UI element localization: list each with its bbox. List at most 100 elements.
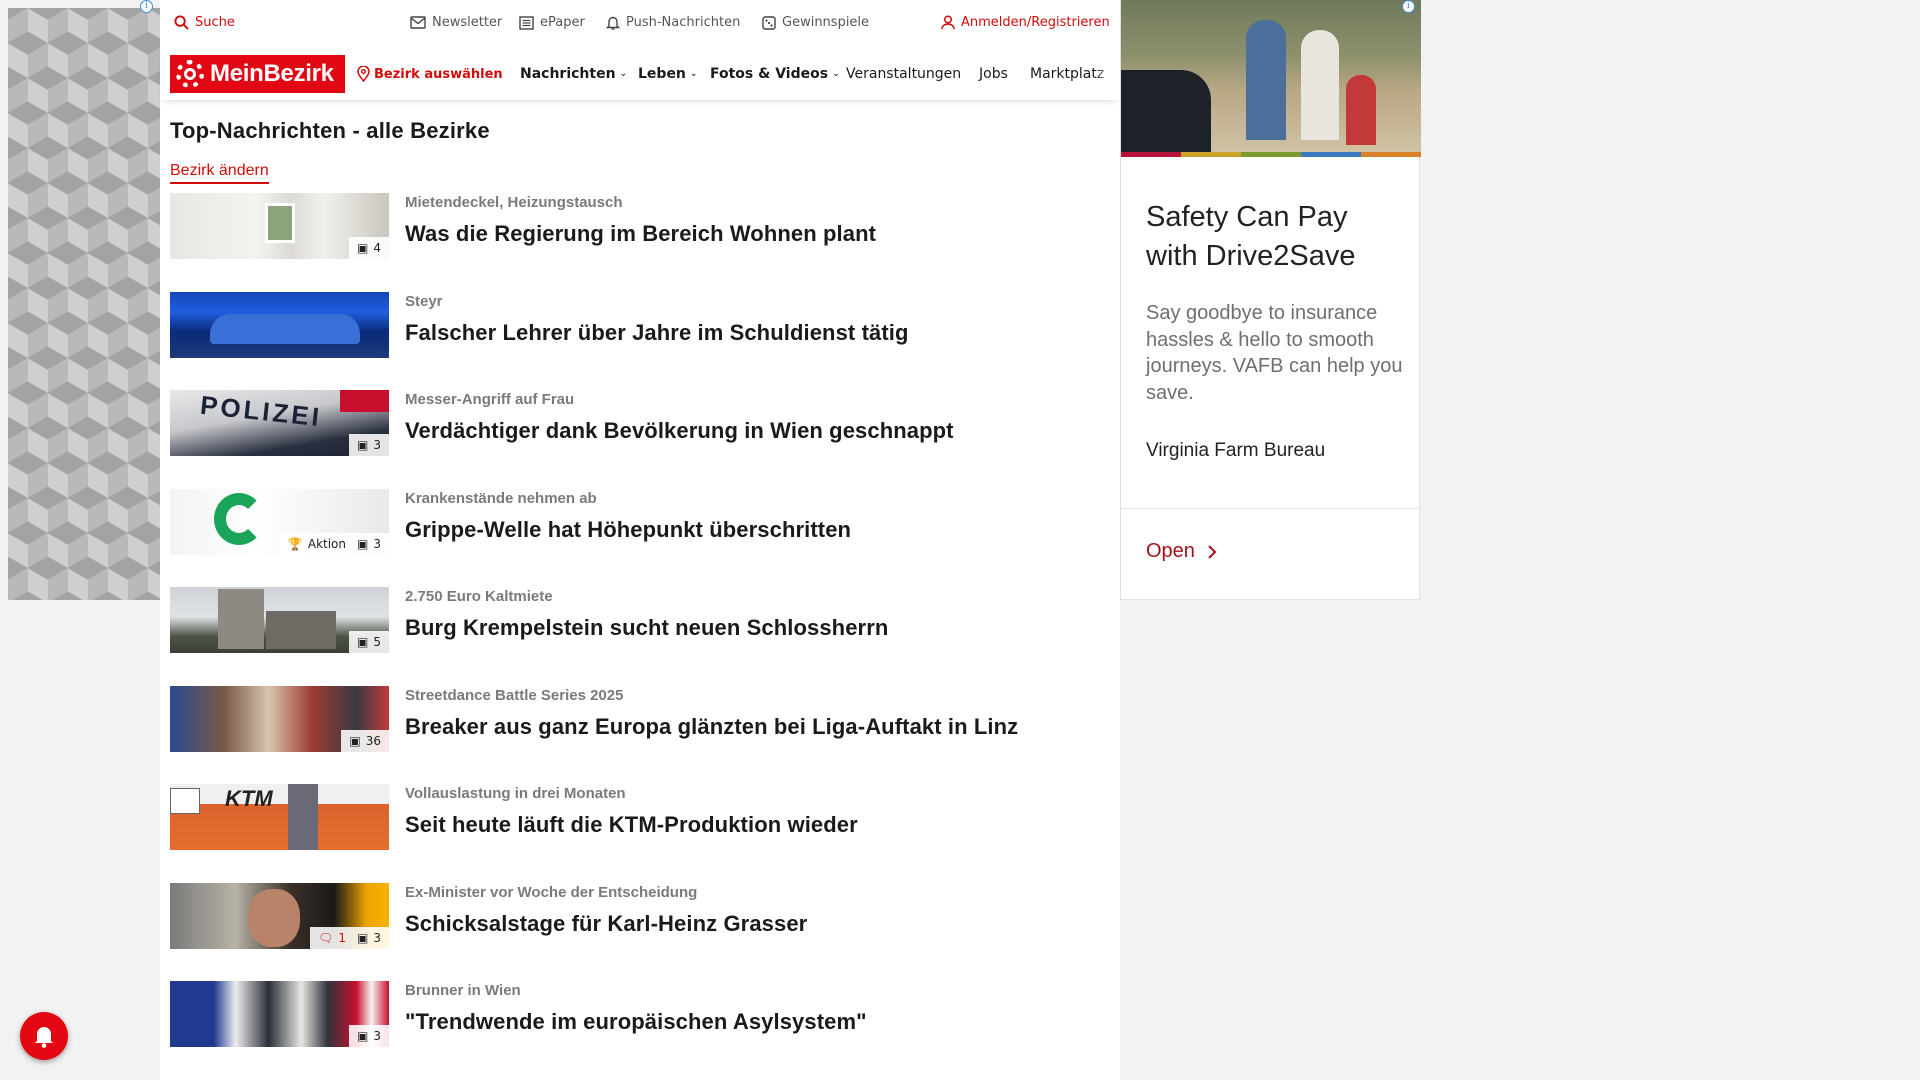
- login-label: Anmelden/Registrieren: [961, 15, 1110, 30]
- newsletter-label: Newsletter: [432, 15, 503, 30]
- article-item[interactable]: POLIZEI ▣ 3 Messer-Angriff auf Frau Verdä…: [170, 390, 1110, 489]
- photo-count-badge: ▣ 3: [349, 1025, 389, 1047]
- article-headline[interactable]: "Trendwende im europäischen Asylsystem": [405, 1009, 867, 1035]
- image-icon: ▣: [357, 635, 369, 649]
- photo-count-badge: ▣ 4: [349, 237, 389, 259]
- article-headline[interactable]: Schicksalstage für Karl-Heinz Grasser: [405, 911, 807, 937]
- article-headline[interactable]: Seit heute läuft die KTM-Produktion wied…: [405, 812, 858, 838]
- article-thumbnail[interactable]: 🗨 1 ▣ 3: [170, 882, 389, 949]
- main-navbar: MeinBezirk Bezirk auswählen Nachrichten …: [160, 50, 1120, 100]
- promo-label: Aktion: [307, 536, 347, 551]
- newsletter-link[interactable]: Newsletter: [410, 15, 502, 30]
- nav-label: Fotos & Videos: [710, 66, 829, 82]
- article-thumbnail[interactable]: ▣ 3: [170, 981, 389, 1047]
- article-kicker: Krankenstände nehmen ab: [405, 489, 597, 507]
- image-icon: ▣: [357, 438, 369, 452]
- photo-count: 3: [373, 438, 381, 452]
- search-label: Suche: [195, 15, 235, 30]
- article-item[interactable]: ▣ 4 Mietendeckel, Heizungstausch Was die …: [170, 193, 1110, 292]
- article-item[interactable]: 🗨 1 ▣ 3 Ex-Minister vor Woche der Entschei…: [170, 882, 1110, 982]
- ad-headline: Safety Can Pay with Drive2Save: [1146, 201, 1356, 272]
- article-list: ▣ 4 Mietendeckel, Heizungstausch Was die …: [170, 193, 1110, 1080]
- photo-count-badge: ▣ 3: [349, 434, 389, 456]
- image-icon: ▣: [349, 733, 361, 748]
- article-headline[interactable]: Falscher Lehrer über Jahre im Schuldiens…: [405, 320, 909, 346]
- login-link[interactable]: Anmelden/Registrieren: [941, 15, 1110, 30]
- article-item[interactable]: 🏆 Aktion ▣ 3 Krankenstände nehmen ab Gripp…: [170, 488, 1110, 588]
- epaper-link[interactable]: ePaper: [519, 15, 585, 30]
- ad-cta-label: Open: [1146, 540, 1195, 562]
- article-thumbnail[interactable]: ▣ 5: [170, 587, 389, 653]
- nav-item-veranstaltungen[interactable]: Veranstaltungen: [846, 66, 961, 82]
- nav-label: Nachrichten: [520, 66, 616, 82]
- article-thumbnail[interactable]: ▣ 36: [170, 685, 389, 752]
- article-item[interactable]: KTM Vollauslastung in drei Monaten Seit …: [170, 784, 1110, 883]
- logo-text: MeinBezirk: [210, 60, 334, 87]
- location-pin-icon: [357, 66, 370, 82]
- image-icon: ▣: [357, 930, 369, 945]
- ad-open-button[interactable]: Open: [1146, 540, 1217, 563]
- adchoices-icon[interactable]: i: [1402, 0, 1415, 13]
- site-logo[interactable]: MeinBezirk: [170, 55, 345, 93]
- article-headline[interactable]: Was die Regierung im Bereich Wohnen plan…: [405, 221, 876, 247]
- change-district-link[interactable]: Bezirk ändern: [170, 162, 269, 184]
- right-display-ad[interactable]: i Safety Can Pay with Drive2Save Say goo…: [1120, 0, 1421, 600]
- article-thumbnail[interactable]: POLIZEI ▣ 3: [170, 390, 389, 456]
- nav-item-marktplatz[interactable]: Marktplatz: [1030, 66, 1116, 82]
- article-kicker: Vollauslastung in drei Monaten: [405, 785, 626, 802]
- image-icon: ▣: [357, 241, 369, 255]
- left-skyscraper-ad[interactable]: [8, 8, 160, 600]
- article-item[interactable]: ▣ 3 Brunner in Wien "Trendwende im europä…: [170, 981, 1110, 1080]
- photo-count-badge: 🏆 Aktion ▣ 3: [279, 532, 389, 555]
- district-label: Bezirk auswählen: [374, 66, 503, 82]
- newspaper-icon: [519, 15, 534, 30]
- main-column: i Suche Newsletter ePaper Push-Nachricht…: [140, 0, 1120, 1080]
- article-thumbnail[interactable]: 🏆 Aktion ▣ 3: [170, 488, 389, 555]
- article-thumbnail[interactable]: [170, 291, 389, 358]
- article-kicker: Streetdance Battle Series 2025: [405, 686, 624, 704]
- photo-count-badge: ▣ 5: [349, 631, 389, 653]
- article-headline[interactable]: Burg Krempelstein sucht neuen Schlossher…: [405, 615, 888, 641]
- image-icon: ▣: [357, 1029, 369, 1043]
- photo-count-badge: 🗨 1 ▣ 3: [310, 926, 389, 949]
- ad-body-text: Say goodbye to insurance hassles & hello…: [1146, 302, 1403, 404]
- article-item[interactable]: ▣ 36 Streetdance Battle Series 2025 Break…: [170, 685, 1110, 785]
- nav-item-leben[interactable]: Leben ⌄: [638, 66, 697, 82]
- article-headline[interactable]: Breaker aus ganz Europa glänzten bei Lig…: [405, 714, 1018, 740]
- nav-item-fotos-videos[interactable]: Fotos & Videos ⌄: [710, 66, 840, 82]
- utility-bar: Suche Newsletter ePaper Push-Nachrichten…: [160, 0, 1120, 46]
- ad-info-icon[interactable]: i: [140, 0, 153, 13]
- bell-icon: [35, 1027, 53, 1048]
- chevron-right-icon: [1208, 544, 1217, 559]
- nav-item-jobs[interactable]: Jobs: [979, 66, 1008, 82]
- image-icon: ▣: [357, 536, 369, 551]
- chevron-down-icon: ⌄: [689, 69, 698, 79]
- district-select[interactable]: Bezirk auswählen: [357, 66, 503, 82]
- games-link[interactable]: Gewinnspiele: [762, 15, 869, 30]
- article-kicker: Steyr: [405, 292, 443, 310]
- section-title: Top-Nachrichten - alle Bezirke: [170, 118, 490, 143]
- article-thumbnail[interactable]: KTM: [170, 784, 389, 850]
- article-kicker: 2.750 Euro Kaltmiete: [405, 588, 553, 605]
- article-kicker: Mietendeckel, Heizungstausch: [405, 194, 623, 211]
- article-kicker: Messer-Angriff auf Frau: [405, 391, 575, 408]
- photo-count: 36: [365, 733, 381, 748]
- photo-count: 3: [373, 930, 381, 945]
- article-item[interactable]: Steyr Falscher Lehrer über Jahre im Schu…: [170, 291, 1110, 391]
- ad-brand: Virginia Farm Bureau: [1146, 440, 1326, 461]
- photo-count: 3: [373, 1029, 381, 1043]
- ad-divider: [1121, 508, 1421, 509]
- article-kicker: Ex-Minister vor Woche der Entscheidung: [405, 883, 698, 901]
- push-notifications-link[interactable]: Push-Nachrichten: [606, 15, 740, 30]
- search-link[interactable]: Suche: [174, 15, 235, 30]
- user-icon: [941, 15, 955, 30]
- nav-label: Jobs: [979, 66, 1008, 82]
- article-item[interactable]: ▣ 5 2.750 Euro Kaltmiete Burg Krempelstei…: [170, 587, 1110, 686]
- notification-bell-button[interactable]: [20, 1012, 68, 1060]
- article-thumbnail[interactable]: ▣ 4: [170, 193, 389, 259]
- nav-item-nachrichten[interactable]: Nachrichten ⌄: [520, 66, 627, 82]
- photo-count: 4: [373, 241, 381, 255]
- article-headline[interactable]: Verdächtiger dank Bevölkerung in Wien ge…: [405, 418, 954, 444]
- photo-count-badge: ▣ 36: [341, 729, 389, 752]
- article-headline[interactable]: Grippe-Welle hat Höhepunkt überschritten: [405, 517, 851, 543]
